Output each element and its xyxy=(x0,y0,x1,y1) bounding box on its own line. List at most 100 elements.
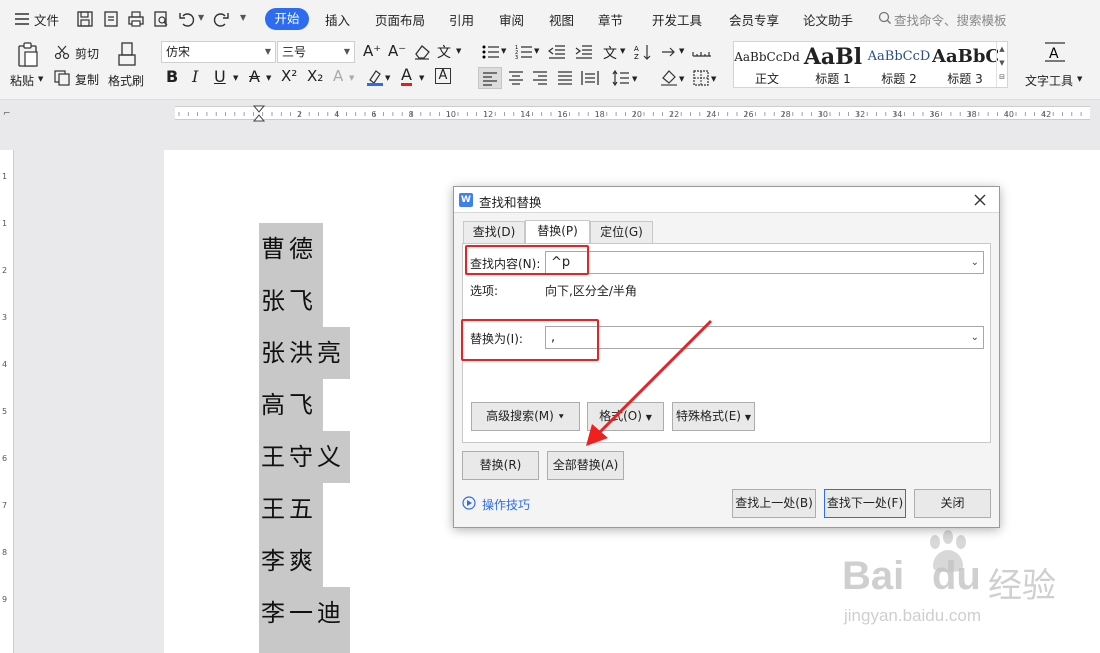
format-painter-icon[interactable] xyxy=(116,41,138,70)
style-heading-1[interactable]: AaBl 标题 1 xyxy=(800,42,866,87)
style-heading-2[interactable]: AaBbCcD 标题 2 xyxy=(866,42,932,87)
justify-icon[interactable] xyxy=(556,69,574,90)
paste-dropdown-icon[interactable]: ▼ xyxy=(38,75,43,83)
text-tools-dropdown-icon[interactable]: ▼ xyxy=(1077,75,1082,83)
strikethrough-dropdown-icon[interactable]: ▼ xyxy=(266,74,271,82)
find-previous-button[interactable]: 查找上一处(B) xyxy=(732,489,816,518)
borders-icon[interactable] xyxy=(692,69,710,90)
chevron-down-icon[interactable]: ⌄ xyxy=(971,252,979,273)
decrease-font-icon[interactable]: A⁻ xyxy=(388,42,406,60)
save-icon[interactable] xyxy=(76,10,94,28)
text-direction-dropdown-icon[interactable]: ▼ xyxy=(679,47,684,55)
tips-link[interactable]: 操作技巧 xyxy=(482,496,530,513)
numbered-list-icon[interactable]: 123 xyxy=(515,44,533,63)
highlight-dropdown-icon[interactable]: ▼ xyxy=(385,74,390,82)
dialog-title-bar[interactable]: W 查找和替换 xyxy=(454,187,999,213)
strikethrough-icon[interactable]: A xyxy=(249,67,260,86)
output-pdf-icon[interactable] xyxy=(102,10,120,28)
shading-dropdown-icon[interactable]: ▼ xyxy=(679,75,684,83)
text-effect-dropdown-icon[interactable]: ▼ xyxy=(349,74,354,82)
increase-font-icon[interactable]: A⁺ xyxy=(363,42,381,60)
tab-replace[interactable]: 替换(P) xyxy=(525,220,590,244)
tab-home[interactable]: 开始 xyxy=(265,8,309,30)
text-tools-icon[interactable]: A xyxy=(1043,41,1067,68)
format-button[interactable]: 格式(O) ▼ xyxy=(587,402,664,431)
indent-marker-icon[interactable] xyxy=(252,105,266,126)
search-icon[interactable] xyxy=(878,11,892,28)
document-line[interactable]: 张洪亮 xyxy=(259,327,350,379)
align-center-icon[interactable] xyxy=(507,69,525,90)
chinese-layout-icon[interactable]: 文 xyxy=(603,43,617,63)
cut-button[interactable]: 剪切 xyxy=(75,45,99,62)
phonetic-dropdown-icon[interactable]: ▼ xyxy=(456,47,461,55)
advanced-search-button[interactable]: 高级搜索(M) ⯆ xyxy=(471,402,580,431)
paste-icon[interactable] xyxy=(16,42,40,71)
close-button[interactable]: 关闭 xyxy=(914,489,991,518)
redo-icon[interactable] xyxy=(212,10,230,28)
text-direction-icon[interactable] xyxy=(660,44,678,63)
underline-icon[interactable]: U xyxy=(214,67,226,86)
find-input[interactable]: ^p ⌄ xyxy=(545,251,984,274)
line-spacing-dropdown-icon[interactable]: ▼ xyxy=(632,75,637,83)
borders-dropdown-icon[interactable]: ▼ xyxy=(711,75,716,83)
document-line[interactable]: 张飞 xyxy=(259,275,323,327)
text-effect-icon[interactable]: A xyxy=(333,67,343,85)
quick-access-dropdown-icon[interactable]: ▼ xyxy=(240,13,246,22)
tab-stop-icon[interactable]: ⌐ xyxy=(3,109,11,119)
text-tools-button[interactable]: 文字工具 xyxy=(1025,72,1073,89)
undo-dropdown-icon[interactable]: ▼ xyxy=(198,13,204,22)
tab-developer[interactable]: 开发工具 xyxy=(652,10,702,29)
document-line[interactable]: 李一迪 xyxy=(259,587,350,653)
document-line[interactable]: 王五 xyxy=(259,483,323,535)
styles-scroll[interactable]: ▲ ▼ ⊟ xyxy=(996,42,1007,87)
bold-icon[interactable]: B xyxy=(166,67,178,86)
replace-all-button[interactable]: 全部替换(A) xyxy=(547,451,624,480)
show-hide-marks-icon[interactable] xyxy=(692,46,712,61)
print-icon[interactable] xyxy=(127,10,145,28)
italic-icon[interactable]: I xyxy=(192,67,198,86)
document-line[interactable]: 曹德 xyxy=(259,223,323,275)
increase-indent-icon[interactable] xyxy=(575,44,593,63)
font-name-select[interactable]: 仿宋 ▼ xyxy=(161,41,276,63)
highlight-icon[interactable] xyxy=(366,68,384,89)
replace-button[interactable]: 替换(R) xyxy=(462,451,539,480)
copy-button[interactable]: 复制 xyxy=(75,71,99,88)
chinese-layout-dropdown-icon[interactable]: ▼ xyxy=(620,47,625,55)
bullet-dropdown-icon[interactable]: ▼ xyxy=(501,47,506,55)
tab-review[interactable]: 审阅 xyxy=(499,10,524,29)
tab-references[interactable]: 引用 xyxy=(449,10,474,29)
font-color-dropdown-icon[interactable]: ▼ xyxy=(419,74,424,82)
style-heading-3[interactable]: AaBbC 标题 3 xyxy=(932,42,998,87)
tab-member[interactable]: 会员专享 xyxy=(729,10,779,29)
align-right-icon[interactable] xyxy=(531,69,549,90)
tab-paper-assistant[interactable]: 论文助手 xyxy=(803,10,853,29)
font-size-select[interactable]: 三号 ▼ xyxy=(277,41,355,63)
line-spacing-icon[interactable] xyxy=(612,69,630,90)
font-color-icon[interactable]: A xyxy=(401,66,412,86)
special-format-button[interactable]: 特殊格式(E) ▼ xyxy=(672,402,755,431)
horizontal-ruler[interactable]: ⌐ 2 4 6 8 10 12 14 16 18 20 22 24 26 28 30 32 34 36 38 40 42 xyxy=(0,100,1100,126)
subscript-icon[interactable]: X₂ xyxy=(307,67,323,85)
sort-icon[interactable]: AZ xyxy=(634,44,652,63)
chevron-down-icon[interactable]: ⌄ xyxy=(971,327,979,348)
tab-insert[interactable]: 插入 xyxy=(325,10,350,29)
vertical-ruler[interactable]: 1 1 2 3 4 5 6 7 8 9 xyxy=(0,150,14,653)
paste-button[interactable]: 粘贴 xyxy=(10,72,34,89)
tab-view[interactable]: 视图 xyxy=(549,10,574,29)
decrease-indent-icon[interactable] xyxy=(548,44,566,63)
document-line[interactable]: 王守义 xyxy=(259,431,350,483)
distributed-align-icon[interactable] xyxy=(581,69,599,90)
replace-input[interactable]: , ⌄ xyxy=(545,326,984,349)
command-search-box[interactable]: 查找命令、搜索模板 xyxy=(894,10,1007,29)
hamburger-menu-icon[interactable] xyxy=(14,12,30,29)
find-next-button[interactable]: 查找下一处(F) xyxy=(824,489,906,518)
tab-goto[interactable]: 定位(G) xyxy=(590,221,653,244)
numbering-dropdown-icon[interactable]: ▼ xyxy=(534,47,539,55)
shading-icon[interactable] xyxy=(660,68,678,89)
print-preview-icon[interactable] xyxy=(152,10,170,28)
underline-dropdown-icon[interactable]: ▼ xyxy=(233,74,238,82)
file-menu[interactable]: 文件 xyxy=(34,10,59,29)
tab-sections[interactable]: 章节 xyxy=(598,10,623,29)
phonetic-guide-icon[interactable]: 文 xyxy=(437,42,451,62)
close-icon[interactable] xyxy=(971,191,989,212)
